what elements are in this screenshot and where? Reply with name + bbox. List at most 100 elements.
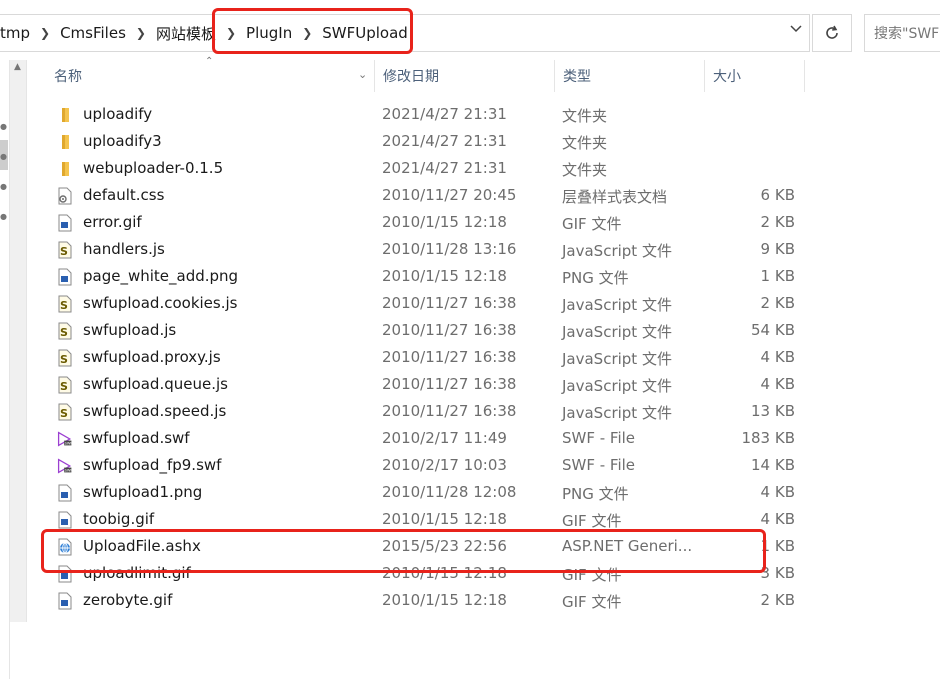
- file-type: 文件夹: [562, 161, 608, 179]
- chevron-right-icon[interactable]: ❯: [36, 26, 54, 40]
- navigation-pane-scrollbar[interactable]: ▲: [10, 60, 27, 622]
- file-size: 13 KB: [751, 402, 795, 420]
- column-header-type-label: 类型: [563, 69, 591, 85]
- file-date: 2010/11/28 13:16: [382, 240, 517, 258]
- file-row[interactable]: uploadify3 2021/4/27 21:31 文件夹: [35, 128, 805, 155]
- image-file-icon: [57, 511, 73, 529]
- file-name: swfupload.queue.js: [83, 375, 228, 393]
- address-bar[interactable]: tmp ❯ CmsFiles ❯ 网站模板 ❯ PlugIn ❯ SWFUplo…: [0, 14, 810, 52]
- file-type: ASP.NET Generi...: [562, 537, 693, 555]
- file-date: 2021/4/27 21:31: [382, 105, 507, 123]
- js-file-icon: S: [57, 376, 73, 394]
- file-type: GIF 文件: [562, 512, 622, 530]
- file-size: 3 KB: [760, 564, 795, 582]
- file-name: page_white_add.png: [83, 267, 239, 285]
- chevron-right-icon[interactable]: ❯: [222, 26, 240, 40]
- breadcrumb-templates[interactable]: 网站模板: [150, 23, 222, 44]
- pin-icon: ●: [0, 182, 7, 191]
- file-row[interactable]: Sswfupload.queue.js 2010/11/27 16:38 JavaS…: [35, 371, 805, 398]
- file-row[interactable]: Shandlers.js 2010/11/28 13:16 JavaScript 文…: [35, 236, 805, 263]
- image-file-icon: [57, 214, 73, 232]
- css-file-icon: [57, 187, 73, 205]
- file-date: 2010/2/17 10:03: [382, 456, 507, 474]
- file-date: 2010/11/27 20:45: [382, 186, 517, 204]
- js-file-icon: S: [57, 241, 73, 259]
- column-header-size[interactable]: 大小: [705, 60, 804, 92]
- file-row[interactable]: zerobyte.gif 2010/1/15 12:18 GIF 文件 2 KB: [35, 587, 805, 614]
- file-type: PNG 文件: [562, 269, 629, 287]
- column-divider[interactable]: [804, 60, 805, 92]
- refresh-icon: [826, 25, 838, 39]
- column-header-type[interactable]: 类型: [555, 60, 704, 92]
- sort-ascending-icon: ⌃: [205, 56, 214, 67]
- image-file-icon: [57, 484, 73, 502]
- file-name: swfupload.speed.js: [83, 402, 227, 420]
- file-row[interactable]: Sswfupload.js 2010/11/27 16:38 JavaScript …: [35, 317, 805, 344]
- svg-text:SWF: SWF: [65, 442, 73, 446]
- file-name: swfupload1.png: [83, 483, 203, 501]
- file-row[interactable]: webuploader-0.1.5 2021/4/27 21:31 文件夹: [35, 155, 805, 182]
- js-file-icon: S: [57, 403, 73, 421]
- file-date: 2010/1/15 12:18: [382, 591, 507, 609]
- file-row[interactable]: uploadify 2021/4/27 21:31 文件夹: [35, 101, 805, 128]
- chevron-down-icon[interactable]: ⌄: [358, 68, 367, 81]
- pin-icon: ●: [0, 212, 7, 221]
- file-row[interactable]: Sswfupload.proxy.js 2010/11/27 16:38 JavaS…: [35, 344, 805, 371]
- file-type: SWF - File: [562, 456, 636, 474]
- file-row[interactable]: page_white_add.png 2010/1/15 12:18 PNG 文件 1…: [35, 263, 805, 290]
- chevron-right-icon[interactable]: ❯: [132, 26, 150, 40]
- file-name: handlers.js: [83, 240, 165, 258]
- file-date: 2010/1/15 12:18: [382, 213, 507, 231]
- js-file-icon: S: [57, 295, 73, 313]
- file-date: 2010/1/15 12:18: [382, 510, 507, 528]
- file-row[interactable]: error.gif 2010/1/15 12:18 GIF 文件 2 KB: [35, 209, 805, 236]
- file-size: 6 KB: [760, 186, 795, 204]
- file-row[interactable]: swfupload1.png 2010/11/28 12:08 PNG 文件 4 KB: [35, 479, 805, 506]
- file-row[interactable]: SWF swfupload.swf 2010/2/17 11:49 SWF - Fil…: [35, 425, 805, 452]
- breadcrumb-tmp[interactable]: tmp: [0, 24, 36, 42]
- refresh-button[interactable]: [812, 14, 852, 52]
- file-type: GIF 文件: [562, 593, 622, 611]
- file-type: 文件夹: [562, 134, 608, 152]
- breadcrumb-cmsfiles[interactable]: CmsFiles: [54, 24, 132, 42]
- file-type: JavaScript 文件: [562, 404, 672, 422]
- svg-text:SWF: SWF: [65, 469, 73, 473]
- breadcrumb-swfupload[interactable]: SWFUpload: [316, 24, 414, 42]
- image-file-icon: [57, 565, 73, 583]
- file-date: 2010/1/15 12:18: [382, 564, 507, 582]
- file-row[interactable]: default.css 2010/11/27 20:45 层叠样式表文档 6 KB: [35, 182, 805, 209]
- column-header-date-label: 修改日期: [383, 69, 439, 85]
- js-file-icon: S: [57, 322, 73, 340]
- file-date: 2010/11/27 16:38: [382, 348, 517, 366]
- search-input[interactable]: 搜索"SWFUpload": [864, 14, 940, 52]
- chevron-down-icon[interactable]: [789, 23, 803, 38]
- file-size: 2 KB: [760, 591, 795, 609]
- pin-icon: ●: [0, 152, 7, 161]
- file-name: UploadFile.ashx: [83, 537, 201, 555]
- file-date: 2015/5/23 22:56: [382, 537, 507, 555]
- file-type: 层叠样式表文档: [562, 188, 668, 206]
- svg-text:S: S: [60, 353, 68, 366]
- file-name: uploadlimit.gif: [83, 564, 191, 582]
- pin-icon: ●: [0, 122, 7, 131]
- folder-icon: [57, 133, 73, 151]
- breadcrumb-plugin[interactable]: PlugIn: [240, 24, 298, 42]
- file-size: 4 KB: [760, 483, 795, 501]
- file-row[interactable]: Sswfupload.speed.js 2010/11/27 16:38 JavaS…: [35, 398, 805, 425]
- file-row[interactable]: Sswfupload.cookies.js 2010/11/27 16:38 Jav…: [35, 290, 805, 317]
- svg-text:S: S: [60, 326, 68, 339]
- file-row[interactable]: toobig.gif 2010/1/15 12:18 GIF 文件 4 KB: [35, 506, 805, 533]
- file-type: JavaScript 文件: [562, 350, 672, 368]
- file-size: 54 KB: [751, 321, 795, 339]
- chevron-right-icon[interactable]: ❯: [298, 26, 316, 40]
- file-size: 183 KB: [741, 429, 795, 447]
- column-header-date[interactable]: 修改日期: [375, 60, 554, 92]
- file-row[interactable]: SWF swfupload_fp9.swf 2010/2/17 10:03 SWF -…: [35, 452, 805, 479]
- file-row[interactable]: uploadlimit.gif 2010/1/15 12:18 GIF 文件 3 KB: [35, 560, 805, 587]
- scroll-up-icon[interactable]: ▲: [14, 62, 21, 72]
- file-size: 1 KB: [760, 267, 795, 285]
- swf-file-icon: SWF: [57, 457, 73, 475]
- file-date: 2010/11/28 12:08: [382, 483, 517, 501]
- file-size: 2 KB: [760, 213, 795, 231]
- file-row[interactable]: UploadFile.ashx 2015/5/23 22:56 ASP.NET Ge…: [35, 533, 805, 560]
